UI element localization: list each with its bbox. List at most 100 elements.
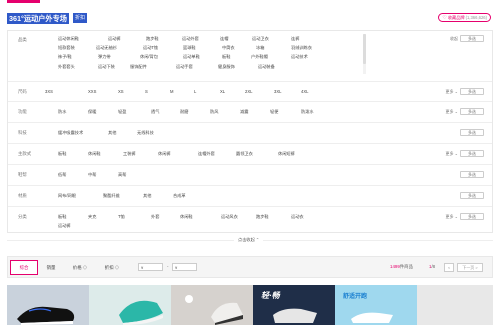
filter-option[interactable]: 防泼水 [301,109,314,115]
filter-option[interactable]: 篮球鞋 [183,45,196,51]
filter-option[interactable]: 板鞋 [58,151,66,157]
filter-option[interactable]: 休闲鞋 [88,151,101,157]
filter-option[interactable]: 防风 [210,109,218,115]
filter-option[interactable]: 运动手套 [176,64,193,70]
filter-option[interactable]: 运动卫衣 [252,36,269,42]
filter-option[interactable]: 合成革 [173,193,186,199]
sort-tab-sales[interactable]: 销量 [40,260,62,275]
filter-option[interactable]: 聚酯纤维 [103,193,120,199]
filter-option[interactable]: 运动裤 [108,36,121,42]
filter-option[interactable]: 运动下装 [98,64,115,70]
filter-option[interactable]: 运动休闲鞋 [58,36,79,42]
more-link[interactable]: 更多 ⌄ [446,109,458,115]
multi-select-button[interactable]: 多选 [460,129,484,136]
product-image[interactable] [7,285,89,325]
next-page-button[interactable]: 下一页 > [457,263,483,272]
filter-option[interactable]: 袜子/鞋 [58,54,72,60]
filter-option[interactable]: 运动T恤 [143,45,158,51]
filter-option[interactable]: 运动裤 [58,223,71,229]
filter-option[interactable]: 休闲裤 [158,151,171,157]
filter-option[interactable]: L [194,89,196,94]
filter-option[interactable]: 4XL [301,89,308,94]
filter-option[interactable]: 保暖 [88,109,96,115]
filter-option[interactable]: 无线科技 [137,130,154,136]
filter-option[interactable]: 运动风衣 [221,214,238,220]
filter-option[interactable]: 连帽 [220,36,228,42]
product-image[interactable] [89,285,171,325]
filter-option[interactable]: XL [220,89,225,94]
filter-option[interactable]: 外套 [151,214,159,220]
filter-option[interactable]: M [170,89,174,94]
filter-option[interactable]: 3XS [45,89,53,94]
more-link[interactable]: 更多 ⌄ [446,151,458,157]
filter-option[interactable]: 羽绒训练衣 [291,45,312,51]
multi-select-button[interactable]: 多选 [460,150,484,157]
filter-option[interactable]: 缓冲吸震技术 [58,130,83,136]
filter-option[interactable]: 外套套头 [58,64,75,70]
price-min-input[interactable]: ¥ [138,263,163,271]
filter-option[interactable]: 健身服饰 [218,64,235,70]
multi-select-button[interactable]: 多选 [460,108,484,115]
filter-option[interactable]: S [145,89,148,94]
filter-option[interactable]: 耐磨 [180,109,188,115]
filter-option[interactable]: 2XL [245,89,252,94]
multi-select-button[interactable]: 多选 [460,35,484,42]
filter-option[interactable]: 运动技术 [291,54,308,60]
multi-select-button[interactable]: 多选 [460,88,484,95]
filter-option[interactable]: 圆领卫衣 [236,151,253,157]
filter-option[interactable]: 运动无袖衫 [96,45,117,51]
filter-option[interactable]: 运动外套 [182,36,199,42]
filter-option[interactable]: 中筒衣 [222,45,235,51]
filter-option[interactable]: 休闲/背包 [140,54,158,60]
product-image[interactable] [417,285,493,325]
filter-option[interactable]: 轻便 [270,109,278,115]
filter-option[interactable]: 防水 [58,109,66,115]
filter-option[interactable]: 连帽外套 [198,151,215,157]
filter-option[interactable]: T恤 [118,214,125,220]
filter-option[interactable]: 3XL [274,89,281,94]
filter-option[interactable]: 户外鞋帽 [251,54,268,60]
multi-select-button[interactable]: 多选 [460,171,484,178]
filter-option[interactable]: 低帮 [58,172,66,178]
filter-option[interactable]: 跑步鞋 [256,214,269,220]
filter-option[interactable]: 高帮 [118,172,126,178]
more-link[interactable]: 更多 ⌄ [446,89,458,95]
product-image[interactable]: 轻·畅 [253,285,335,325]
filter-option[interactable]: 其他 [143,193,151,199]
more-link[interactable]: 更多 ⌄ [446,214,458,220]
filter-option[interactable]: 其他 [108,130,116,136]
product-image[interactable] [171,285,253,325]
filter-option[interactable]: 工装裤 [123,151,136,157]
filter-option[interactable]: 板鞋 [58,214,66,220]
filter-option[interactable]: 服饰配件 [130,64,147,70]
filter-option[interactable]: 休闲短裤 [278,151,295,157]
filter-option[interactable]: XS [118,89,124,94]
sort-tab-price[interactable]: 价格 ◇ [66,260,94,275]
filter-option[interactable]: 短款套装 [58,45,75,51]
sort-tab-discount[interactable]: 折扣 ◇ [98,260,126,275]
filter-option[interactable]: 跑步鞋 [146,36,159,42]
collapse-link[interactable]: 收起 [450,36,458,42]
filter-option[interactable]: 运动装备 [258,64,275,70]
sort-tab-default[interactable]: 综合 [10,260,38,275]
multi-select-button[interactable]: 多选 [460,192,484,199]
prev-page-button[interactable]: < [444,263,454,272]
category-scrollbar-thumb[interactable] [363,34,366,64]
filter-option[interactable]: 减震 [240,109,248,115]
price-max-input[interactable]: ¥ [172,263,197,271]
filter-option[interactable]: 中帮 [88,172,96,178]
filter-option[interactable]: 弹力带 [98,54,111,60]
filter-option[interactable]: 板鞋 [222,54,230,60]
filter-option[interactable]: 运动单鞋 [183,54,200,60]
filter-option[interactable]: 冰箱 [256,45,264,51]
collect-brand-button[interactable]: ♡ 收藏品牌 (1,366,626) [438,13,491,22]
filter-option[interactable]: 网布/网眼 [58,193,76,199]
filter-option[interactable]: 休闲鞋 [180,214,193,220]
filter-option[interactable]: XXS [88,89,96,94]
multi-select-button[interactable]: 多选 [460,213,484,220]
product-image[interactable]: 舒适开跑 [335,285,417,325]
filter-option[interactable]: 夹克 [88,214,96,220]
filter-option[interactable]: 连裤 [291,36,299,42]
fold-button[interactable]: 点击收起 ⌃ [234,236,264,244]
filter-option[interactable]: 透气 [151,109,159,115]
